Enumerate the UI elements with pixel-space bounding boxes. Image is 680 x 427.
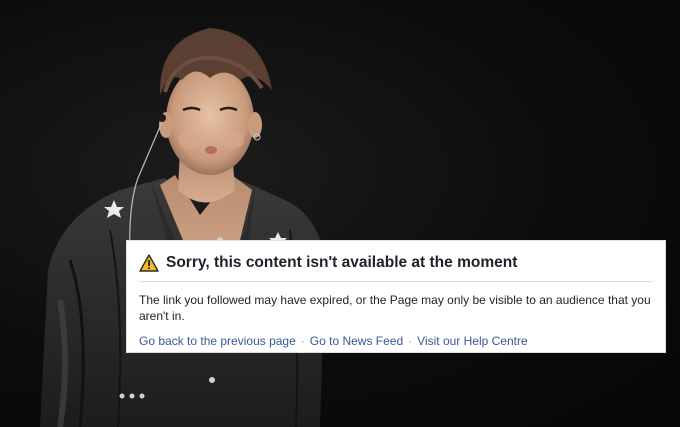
dialog-links: Go back to the previous page · Go to News … xyxy=(139,334,653,348)
divider xyxy=(139,281,653,282)
news-feed-link[interactable]: Go to News Feed xyxy=(310,334,403,348)
dialog-message: The link you followed may have expired, … xyxy=(139,293,651,323)
warning-icon xyxy=(139,254,159,272)
screen: Sorry, this content isn't available at t… xyxy=(0,0,680,427)
background-photo xyxy=(40,28,325,427)
content-unavailable-dialog: Sorry, this content isn't available at t… xyxy=(126,240,666,353)
go-back-link[interactable]: Go back to the previous page xyxy=(139,334,296,348)
help-centre-link[interactable]: Visit our Help Centre xyxy=(417,334,528,348)
dialog-title: Sorry, this content isn't available at t… xyxy=(166,254,518,271)
link-separator: · xyxy=(300,334,305,348)
link-separator: · xyxy=(408,334,413,348)
dialog-header: Sorry, this content isn't available at t… xyxy=(139,251,653,275)
